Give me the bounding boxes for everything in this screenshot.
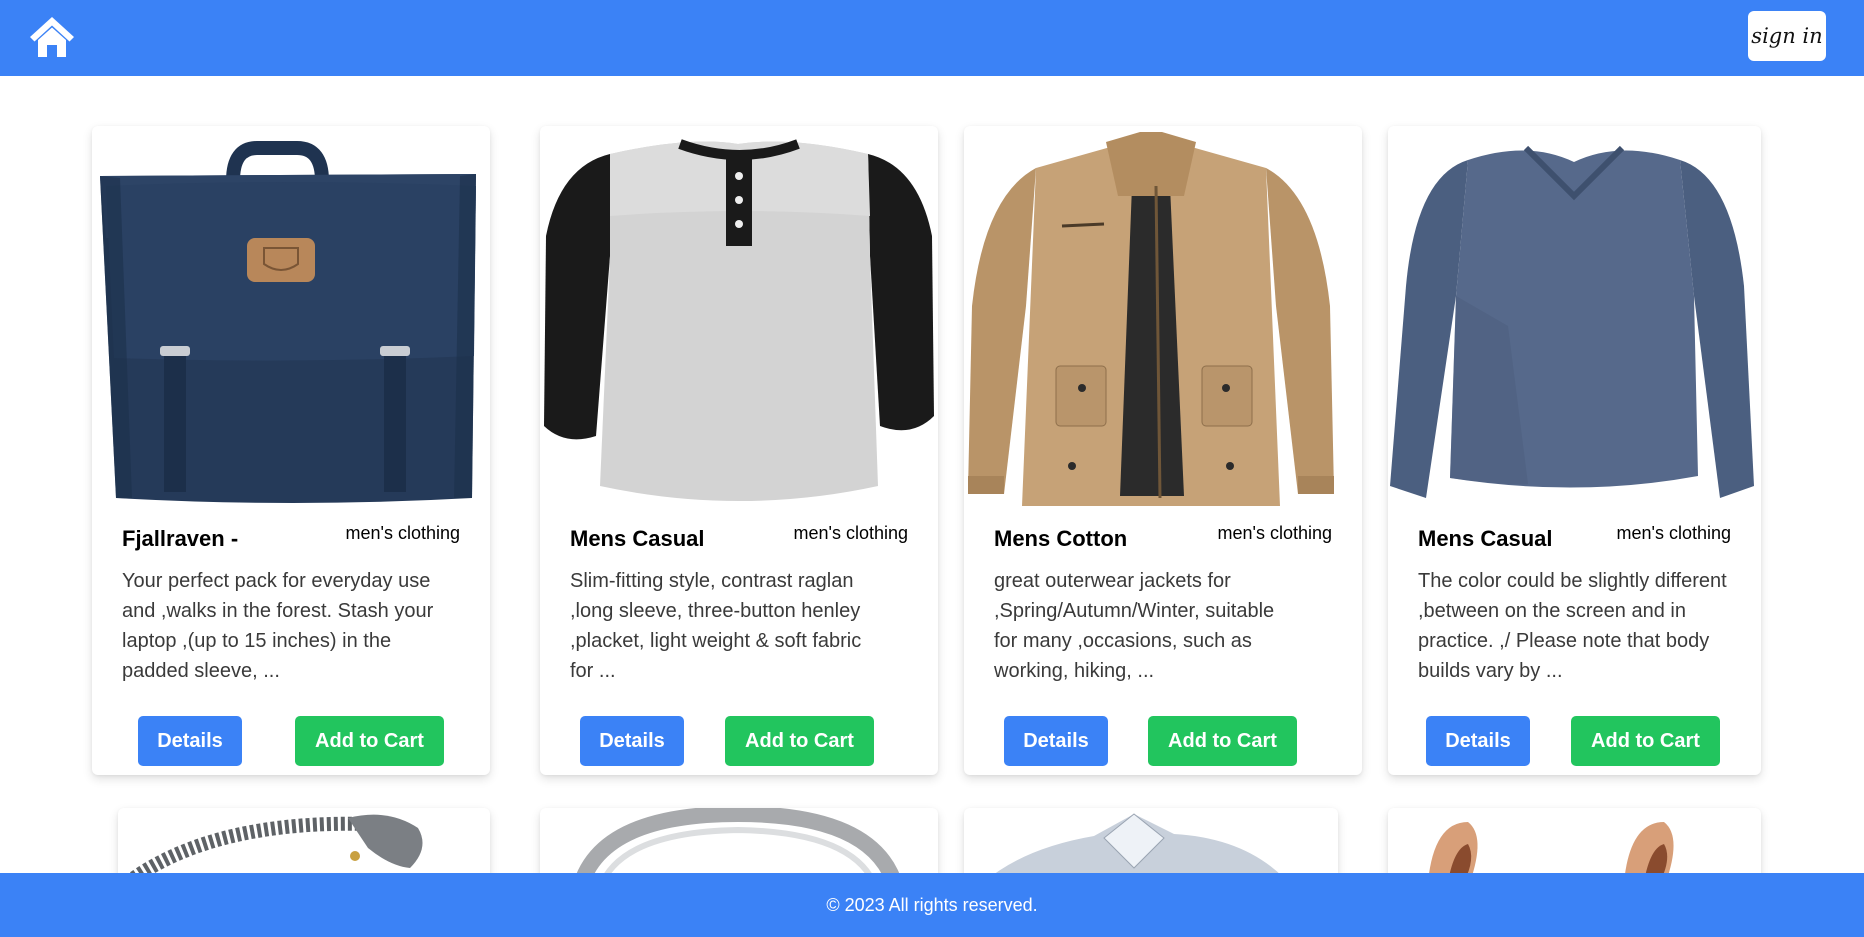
product-card: Mens Cotton men's clothing great outerwe…: [964, 126, 1362, 775]
product-card: Fjallraven - men's clothing Your perfect…: [92, 126, 490, 775]
details-button[interactable]: Details: [138, 716, 242, 766]
footer: © 2023 All rights reserved.: [0, 873, 1864, 937]
product-category: men's clothing: [345, 523, 461, 543]
product-grid: Fjallraven - men's clothing Your perfect…: [0, 0, 1864, 937]
copyright-text: © 2023 All rights reserved.: [826, 894, 1038, 915]
product-card: Mens Casual men's clothing Slim-fitting …: [540, 126, 938, 775]
product-description: great outerwear jackets for ,Spring/Autu…: [994, 570, 1275, 682]
product-description: Slim-fitting style, contrast raglan ,lon…: [570, 570, 862, 682]
product-category: men's clothing: [1616, 523, 1732, 543]
home-icon[interactable]: [28, 14, 76, 60]
product-title: Fjallraven -: [122, 526, 239, 551]
product-title: Mens Casual: [1418, 526, 1553, 551]
product-title: Mens Cotton: [994, 526, 1128, 551]
product-image[interactable]: [540, 126, 938, 512]
details-button[interactable]: Details: [580, 716, 684, 766]
add-to-cart-button[interactable]: Add to Cart: [725, 716, 874, 766]
add-to-cart-button[interactable]: Add to Cart: [1148, 716, 1297, 766]
add-to-cart-button[interactable]: Add to Cart: [1571, 716, 1720, 766]
product-description: Your perfect pack for everyday use and ,…: [122, 570, 434, 682]
product-title: Mens Casual: [570, 526, 705, 551]
product-image[interactable]: [1388, 126, 1761, 512]
product-category: men's clothing: [1217, 523, 1333, 543]
details-button[interactable]: Details: [1426, 716, 1530, 766]
sign-in-button[interactable]: sign in: [1748, 11, 1826, 61]
product-category: men's clothing: [793, 523, 909, 543]
product-description: The color could be slightly different ,b…: [1418, 570, 1727, 682]
product-card: Mens Casual men's clothing The color cou…: [1388, 126, 1761, 775]
add-to-cart-button[interactable]: Add to Cart: [295, 716, 444, 766]
details-button[interactable]: Details: [1004, 716, 1108, 766]
product-image[interactable]: [92, 126, 490, 512]
product-image[interactable]: [964, 126, 1362, 512]
top-nav-bar: sign in: [0, 0, 1864, 76]
